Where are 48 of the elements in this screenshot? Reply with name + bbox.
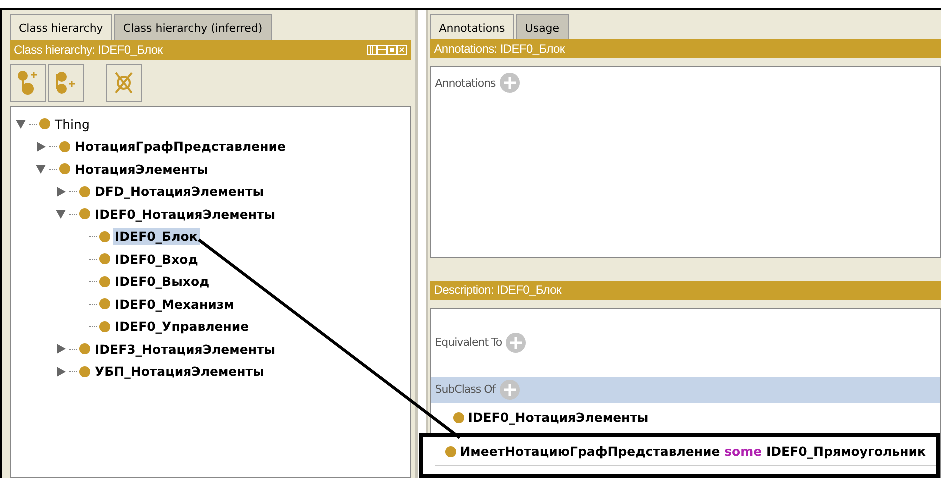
class-expression[interactable]: IDEF0_НотацияЭлементы [468,410,649,426]
class-icon [99,253,111,266]
tree-item[interactable]: IDEF0_Выход [113,273,212,290]
tree-item[interactable]: IDEF0_Механизм [113,296,236,313]
add-subclass-icon [17,70,39,96]
expand-icon[interactable] [35,140,47,153]
add-sibling-icon [55,70,77,96]
expand-icon[interactable] [55,186,67,198]
class-icon [99,320,111,333]
section-label: SubClass Of [435,383,496,396]
class-icon [59,163,71,176]
class-icon [99,230,111,243]
section-label: Annotations [435,76,496,90]
collapse-icon[interactable] [35,163,47,176]
collapse-icon[interactable] [55,208,67,220]
tree-item[interactable]: IDEF0_Вход [113,250,200,268]
class-icon [79,208,91,220]
collapse-icon[interactable] [15,118,27,130]
tab[interactable]: Class hierarchy (inferred) [114,14,272,40]
class-icon [39,118,51,130]
tree-item[interactable]: IDEF0_Блок [113,228,200,246]
tab[interactable]: Annotations [430,14,514,40]
tree-item[interactable]: УБП_НотацияЭлементы [93,363,266,380]
expand-icon[interactable] [55,366,67,378]
class-icon [99,298,111,310]
tree-item[interactable]: НотацияГрафПредставление [73,138,288,156]
header-title: Class hierarchy: IDEF0_Блок [14,43,163,57]
expand-icon[interactable] [55,343,67,356]
tab[interactable]: Usage [516,14,569,40]
tree-item[interactable]: Thing [53,116,92,133]
tree-item[interactable]: IDEF0_Управление [113,318,252,336]
delete-class-icon [114,70,134,96]
class-icon [79,366,91,378]
tree-item[interactable]: НотацияЭлементы [73,160,210,178]
tree-item[interactable]: DFD_НотацияЭлементы [93,183,266,200]
header-title: Annotations: IDEF0_Блок [434,42,565,56]
section-label: Equivalent To [435,336,502,350]
class-icon [79,343,91,356]
class-icon [79,186,91,198]
header-title: Description: IDEF0_Блок [434,283,562,298]
tab[interactable]: Class hierarchy [10,14,112,40]
class-icon [453,412,466,424]
tree-item[interactable]: IDEF3_НотацияЭлементы [93,340,278,358]
class-icon [59,140,71,153]
class-expression[interactable]: ИмеетНотациюГрафПредставление some IDEF0_Прямоугольник [460,444,926,460]
tree-item[interactable]: IDEF0_НотацияЭлементы [93,206,278,223]
class-icon [445,446,458,458]
class-icon [99,276,111,288]
